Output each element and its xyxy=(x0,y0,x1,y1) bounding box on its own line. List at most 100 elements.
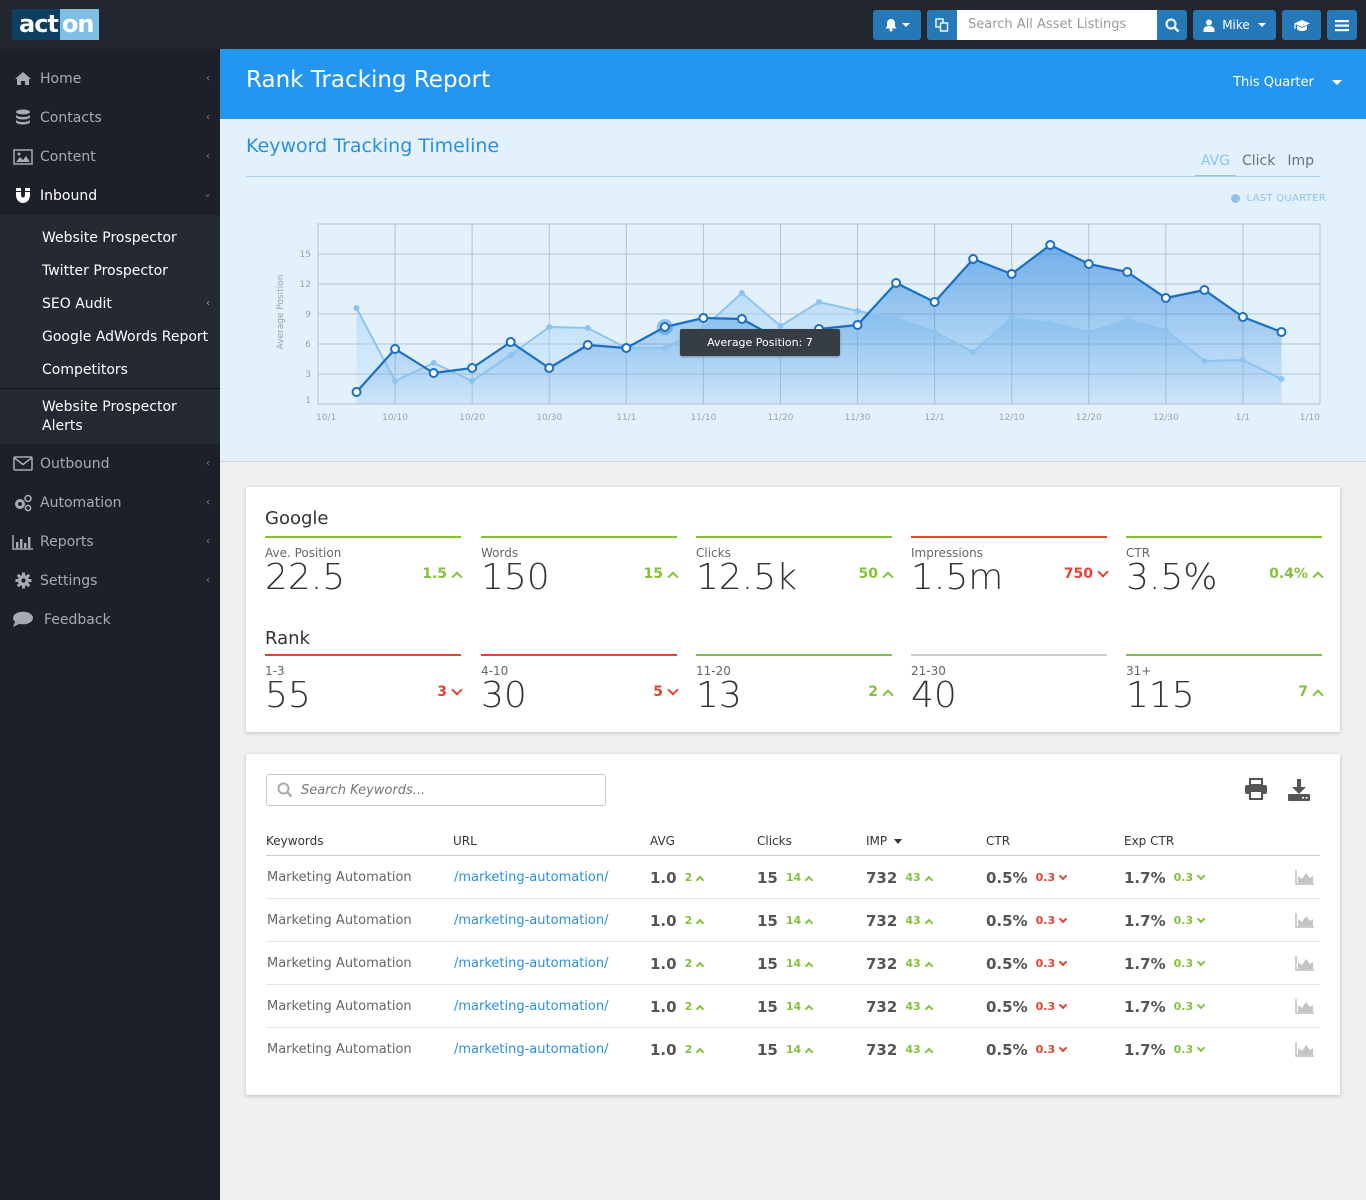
area-chart-icon[interactable] xyxy=(1295,869,1315,885)
stat-delta: 0.4% xyxy=(1269,566,1324,583)
global-search-button[interactable] xyxy=(1157,10,1187,40)
chart-legend[interactable]: LAST QUARTER xyxy=(1231,193,1326,204)
ctr-cell: 0.5% 0.3 xyxy=(986,1028,1068,1071)
imp-cell: 732 43 xyxy=(866,942,933,985)
col-header-ctr[interactable]: CTR xyxy=(986,834,1010,848)
caret-down-icon[interactable] xyxy=(1332,80,1342,85)
act-on-logo[interactable]: act on xyxy=(12,9,100,40)
user-menu-button[interactable]: Mike xyxy=(1193,10,1276,40)
stat-status-bar xyxy=(265,654,461,656)
sidebar-item-feedback[interactable]: Feedback xyxy=(0,600,220,639)
tab-click[interactable]: Click xyxy=(1236,153,1281,177)
col-header-url[interactable]: URL xyxy=(453,834,477,848)
sidebar-item-home[interactable]: Home ‹ xyxy=(0,59,220,98)
exp-ctr-delta: 0.3 xyxy=(1174,871,1206,884)
col-header-exp-ctr[interactable]: Exp CTR xyxy=(1124,834,1174,848)
table-row[interactable]: Marketing Automation /marketing-automati… xyxy=(266,856,1320,899)
table-row[interactable]: Marketing Automation /marketing-automati… xyxy=(266,1028,1320,1071)
col-header-imp-label: IMP xyxy=(866,834,888,848)
table-row[interactable]: Marketing Automation /marketing-automati… xyxy=(266,899,1320,942)
area-chart-icon[interactable] xyxy=(1295,998,1315,1014)
sidebar-item-inbound[interactable]: Inbound ‹ xyxy=(0,176,220,215)
url-link[interactable]: /marketing-automation/ xyxy=(454,985,608,1028)
sidebar-item-reports[interactable]: Reports ‹ xyxy=(0,522,220,561)
url-link[interactable]: /marketing-automation/ xyxy=(454,856,608,899)
print-icon[interactable] xyxy=(1244,778,1268,800)
col-header-keywords[interactable]: Keywords xyxy=(266,834,324,848)
col-header-imp[interactable]: IMP xyxy=(866,834,903,848)
chevron-up-icon xyxy=(451,570,463,583)
sidebar-item-content[interactable]: Content ‹ xyxy=(0,137,220,176)
main-menu-button[interactable] xyxy=(1327,10,1357,40)
avg-delta: 2 xyxy=(685,914,705,928)
chevron-left-icon: ‹ xyxy=(206,151,210,162)
sidebar-subitem-google-adwords-report[interactable]: Google AdWords Report xyxy=(0,320,220,353)
exp-ctr-value: 1.7% xyxy=(1124,954,1166,973)
area-chart-icon[interactable] xyxy=(1295,955,1315,971)
keyword-search-input[interactable] xyxy=(301,782,581,798)
chevron-down-icon: ‹ xyxy=(202,193,214,198)
sidebar-subitem-seo-audit[interactable]: SEO Audit ‹ xyxy=(0,287,220,320)
keyword-search-field[interactable] xyxy=(266,774,606,806)
clicks-cell: 15 14 xyxy=(757,856,814,899)
avg-value: 1.0 xyxy=(650,868,677,887)
imp-delta: 43 xyxy=(905,1043,933,1057)
tab-avg[interactable]: AVG xyxy=(1194,153,1236,177)
sidebar-subitem-competitors[interactable]: Competitors xyxy=(0,353,220,386)
notifications-button[interactable] xyxy=(873,10,921,40)
exp-ctr-delta: 0.3 xyxy=(1174,1043,1206,1056)
delta-value: 0.3 xyxy=(1173,957,1194,970)
area-chart-icon[interactable] xyxy=(1295,1041,1315,1057)
title-divider xyxy=(246,176,1320,177)
period-select[interactable]: This Quarter xyxy=(1233,75,1314,90)
col-header-avg[interactable]: AVG xyxy=(650,834,675,848)
clicks-value: 15 xyxy=(757,911,778,930)
table-row[interactable]: Marketing Automation /marketing-automati… xyxy=(266,985,1320,1028)
graduation-cap-icon xyxy=(1293,19,1310,31)
chart-tooltip: Average Position: 7 xyxy=(680,329,840,356)
learning-button[interactable] xyxy=(1282,10,1321,40)
delta-value: 14 xyxy=(785,914,802,927)
stat-delta: 1.5 xyxy=(422,566,463,583)
stat-status-bar xyxy=(481,536,677,538)
sidebar-item-settings[interactable]: Settings ‹ xyxy=(0,561,220,600)
url-link[interactable]: /marketing-automation/ xyxy=(454,942,608,985)
exp-ctr-value: 1.7% xyxy=(1124,911,1166,930)
col-header-clicks[interactable]: Clicks xyxy=(757,834,792,848)
rank-stat: 11-20 13 2 xyxy=(696,654,894,716)
subitem-label: Twitter Prospector xyxy=(42,262,168,279)
chevron-down-icon xyxy=(1097,566,1109,578)
chevron-down-icon xyxy=(1058,957,1068,966)
chevron-down-icon xyxy=(1196,957,1206,966)
sidebar-subitem-twitter-prospector[interactable]: Twitter Prospector xyxy=(0,254,220,287)
imp-delta: 43 xyxy=(905,914,933,928)
tab-imp[interactable]: Imp xyxy=(1281,153,1320,177)
ctr-cell: 0.5% 0.3 xyxy=(986,985,1068,1028)
copy-assets-button[interactable] xyxy=(927,10,957,40)
ctr-cell: 0.5% 0.3 xyxy=(986,856,1068,899)
search-icon xyxy=(277,782,293,798)
chevron-up-icon xyxy=(667,570,679,583)
chevron-up-icon xyxy=(924,875,933,885)
chevron-left-icon: ‹ xyxy=(206,298,210,309)
sidebar-item-automation[interactable]: Automation ‹ xyxy=(0,483,220,522)
url-link[interactable]: /marketing-automation/ xyxy=(454,1028,608,1071)
gears-icon xyxy=(11,494,35,512)
global-search-input[interactable]: Search All Asset Listings xyxy=(957,10,1157,40)
sidebar-item-contacts[interactable]: Contacts ‹ xyxy=(0,98,220,137)
keyword-timeline-panel: Keyword Tracking Timeline AVG Click Imp … xyxy=(220,119,1366,462)
table-row[interactable]: Marketing Automation /marketing-automati… xyxy=(266,942,1320,985)
url-link[interactable]: /marketing-automation/ xyxy=(454,899,608,942)
sidebar-subitem-website-prospector-alerts[interactable]: Website Prospector Alerts xyxy=(0,389,220,444)
exp-ctr-value: 1.7% xyxy=(1124,868,1166,887)
download-icon[interactable] xyxy=(1287,778,1311,802)
stat-status-bar xyxy=(1126,654,1322,656)
sidebar-subitem-website-prospector[interactable]: Website Prospector xyxy=(0,221,220,254)
chevron-left-icon: ‹ xyxy=(206,112,210,123)
ctr-cell: 0.5% 0.3 xyxy=(986,899,1068,942)
copy-icon xyxy=(935,18,949,32)
chevron-up-icon xyxy=(695,875,705,885)
area-chart-icon[interactable] xyxy=(1295,912,1315,928)
ctr-value: 0.5% xyxy=(986,911,1028,930)
sidebar-item-outbound[interactable]: Outbound ‹ xyxy=(0,444,220,483)
